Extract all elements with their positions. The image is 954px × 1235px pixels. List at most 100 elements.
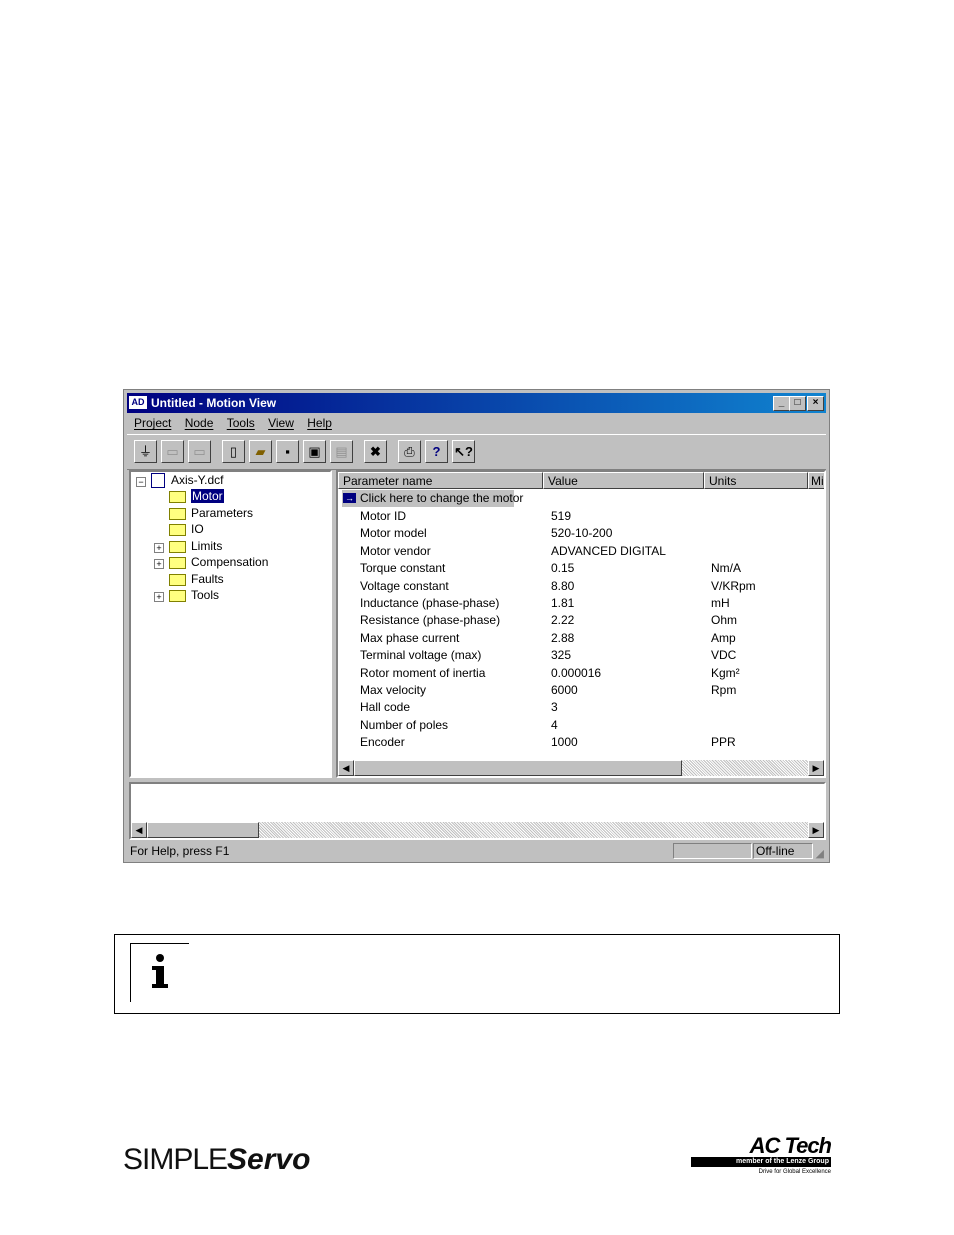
cell-units: mH xyxy=(711,596,730,610)
cell-value: 325 xyxy=(551,648,572,663)
title-bar[interactable]: AD Untitled - Motion View _ □ × xyxy=(127,393,826,413)
connect-icon[interactable]: ⏚ xyxy=(134,440,157,463)
minimize-icon[interactable]: _ xyxy=(773,396,790,411)
table-row[interactable]: Resistance (phase-phase) 2.22 Ohm xyxy=(338,612,824,629)
disconnect-icon[interactable]: ▭ xyxy=(161,440,184,463)
cell-name: Motor vendor xyxy=(360,543,431,558)
tree-item-motor[interactable]: Motor xyxy=(169,488,224,504)
cell-units: Ohm xyxy=(711,613,738,628)
table-row[interactable]: Rotor moment of inertia 0.000016 Kgm² xyxy=(338,665,824,682)
tree-item-faults[interactable]: Faults xyxy=(169,571,224,587)
open-icon[interactable]: ▰ xyxy=(249,440,272,463)
table-row[interactable]: Voltage constant 8.80 V/KRpm xyxy=(338,578,824,595)
scroll-left-icon[interactable]: ◀ xyxy=(131,822,147,838)
tree-item-io[interactable]: IO xyxy=(169,521,204,537)
cell-units: Rpm xyxy=(711,683,737,697)
expand-icon[interactable]: + xyxy=(154,592,164,602)
close-icon[interactable]: × xyxy=(807,396,824,411)
table-row[interactable]: Torque constant 0.15 Nm/A xyxy=(338,560,824,577)
cell-value: 520-10-200 xyxy=(551,526,613,541)
folder-icon xyxy=(169,573,186,586)
column-header-value[interactable]: Value xyxy=(543,472,704,489)
cell-value: 2.88 xyxy=(551,630,575,645)
table-row[interactable]: Hall code 3 xyxy=(338,699,824,716)
tree-root[interactable]: Axis-Y.dcf xyxy=(151,472,223,489)
change-motor-button[interactable]: → Click here to change the motor xyxy=(342,490,523,507)
cell-name: Motor model xyxy=(360,526,427,541)
menu-tools[interactable]: Tools xyxy=(227,416,255,430)
cell-name: Motor ID xyxy=(360,509,407,523)
cell-name: Torque constant xyxy=(360,561,446,576)
collapse-icon[interactable]: − xyxy=(136,477,146,487)
window-title: Untitled - Motion View xyxy=(151,396,277,410)
lenze-group-bar: member of the Lenze Group xyxy=(691,1157,831,1167)
cell-value: 0.15 xyxy=(551,561,575,576)
cell-name: Max phase current xyxy=(360,630,460,645)
save-icon[interactable]: ▪ xyxy=(276,440,299,463)
tree-item-parameters[interactable]: Parameters xyxy=(169,505,253,521)
cell-value: 8.80 xyxy=(551,578,575,593)
table-row[interactable]: Motor ID 519 xyxy=(338,508,824,525)
column-header-units[interactable]: Units xyxy=(704,472,808,489)
folder-icon xyxy=(169,540,186,553)
context-help-icon[interactable]: ↖? xyxy=(452,440,475,463)
table-row[interactable]: Number of poles 4 xyxy=(338,717,824,734)
table-row[interactable]: Inductance (phase-phase) 1.81 mH xyxy=(338,595,824,612)
cell-name: Number of poles xyxy=(360,717,449,732)
scroll-right-icon[interactable]: ▶ xyxy=(808,760,824,776)
new-icon[interactable]: ▯ xyxy=(222,440,245,463)
status-help-text: For Help, press F1 xyxy=(130,844,230,858)
delete-icon[interactable]: ✖ xyxy=(364,440,387,463)
column-header-min[interactable]: Mi xyxy=(808,472,824,489)
table-row[interactable]: Terminal voltage (max) 325 VDC xyxy=(338,647,824,664)
menu-node[interactable]: Node xyxy=(185,416,214,430)
status-bar: For Help, press F1 Off-line ◢ xyxy=(127,842,826,861)
actech-wordmark: AC Tech xyxy=(749,1133,832,1158)
cell-name: Resistance (phase-phase) xyxy=(360,613,501,628)
table-row[interactable]: Motor model 520-10-200 xyxy=(338,525,824,542)
menu-project[interactable]: Project xyxy=(134,416,171,430)
help-icon[interactable]: ? xyxy=(425,440,448,463)
cell-name: Rotor moment of inertia xyxy=(360,665,486,680)
cell-value: 1.81 xyxy=(551,596,575,610)
output-pane: ◀ ▶ xyxy=(129,782,826,840)
scroll-thumb[interactable] xyxy=(354,760,682,776)
tree-item-compensation[interactable]: Compensation xyxy=(169,554,268,570)
network-icon[interactable]: ▭ xyxy=(188,440,211,463)
table-row[interactable]: Max velocity 6000 Rpm xyxy=(338,682,824,699)
menu-help[interactable]: Help xyxy=(307,416,332,430)
tagline: Drive for Global Excellence xyxy=(758,1169,831,1175)
column-header-parameter[interactable]: Parameter name xyxy=(338,472,543,489)
table-row[interactable]: Motor vendor ADVANCED DIGITAL xyxy=(338,543,824,560)
cell-value: 4 xyxy=(551,717,558,732)
cell-name: Voltage constant xyxy=(360,578,449,593)
scroll-thumb[interactable] xyxy=(147,822,259,838)
print-icon[interactable]: ⎙ xyxy=(398,440,421,463)
save-all-icon[interactable]: ▣ xyxy=(303,440,326,463)
copy-icon[interactable]: ▤ xyxy=(330,440,353,463)
folder-icon xyxy=(169,556,186,569)
scroll-left-icon[interactable]: ◀ xyxy=(338,760,354,776)
folder-icon xyxy=(169,507,186,520)
resize-grip-icon[interactable]: ◢ xyxy=(816,845,824,864)
expand-icon[interactable]: + xyxy=(154,559,164,569)
cell-name: Inductance (phase-phase) xyxy=(360,596,500,610)
scroll-right-icon[interactable]: ▶ xyxy=(808,822,824,838)
cell-value: 3 xyxy=(551,700,558,715)
tree-item-limits[interactable]: Limits xyxy=(169,538,222,554)
cell-units: PPR xyxy=(711,735,736,750)
cell-units: Kgm² xyxy=(711,665,740,680)
cell-value: 1000 xyxy=(551,735,578,750)
menu-view[interactable]: View xyxy=(268,416,294,430)
expand-icon[interactable]: + xyxy=(154,543,164,553)
connection-status: Off-line xyxy=(753,843,813,859)
cell-name: Terminal voltage (max) xyxy=(360,648,482,663)
cell-name: Encoder xyxy=(360,735,405,750)
tree-item-tools[interactable]: Tools xyxy=(169,587,219,603)
table-row[interactable]: Max phase current 2.88 Amp xyxy=(338,630,824,647)
maximize-icon[interactable]: □ xyxy=(789,396,806,411)
cell-name: Max velocity xyxy=(360,683,427,697)
cell-units: Amp xyxy=(711,630,736,645)
folder-icon xyxy=(169,589,186,602)
table-row[interactable]: Encoder 1000 PPR xyxy=(338,734,824,751)
